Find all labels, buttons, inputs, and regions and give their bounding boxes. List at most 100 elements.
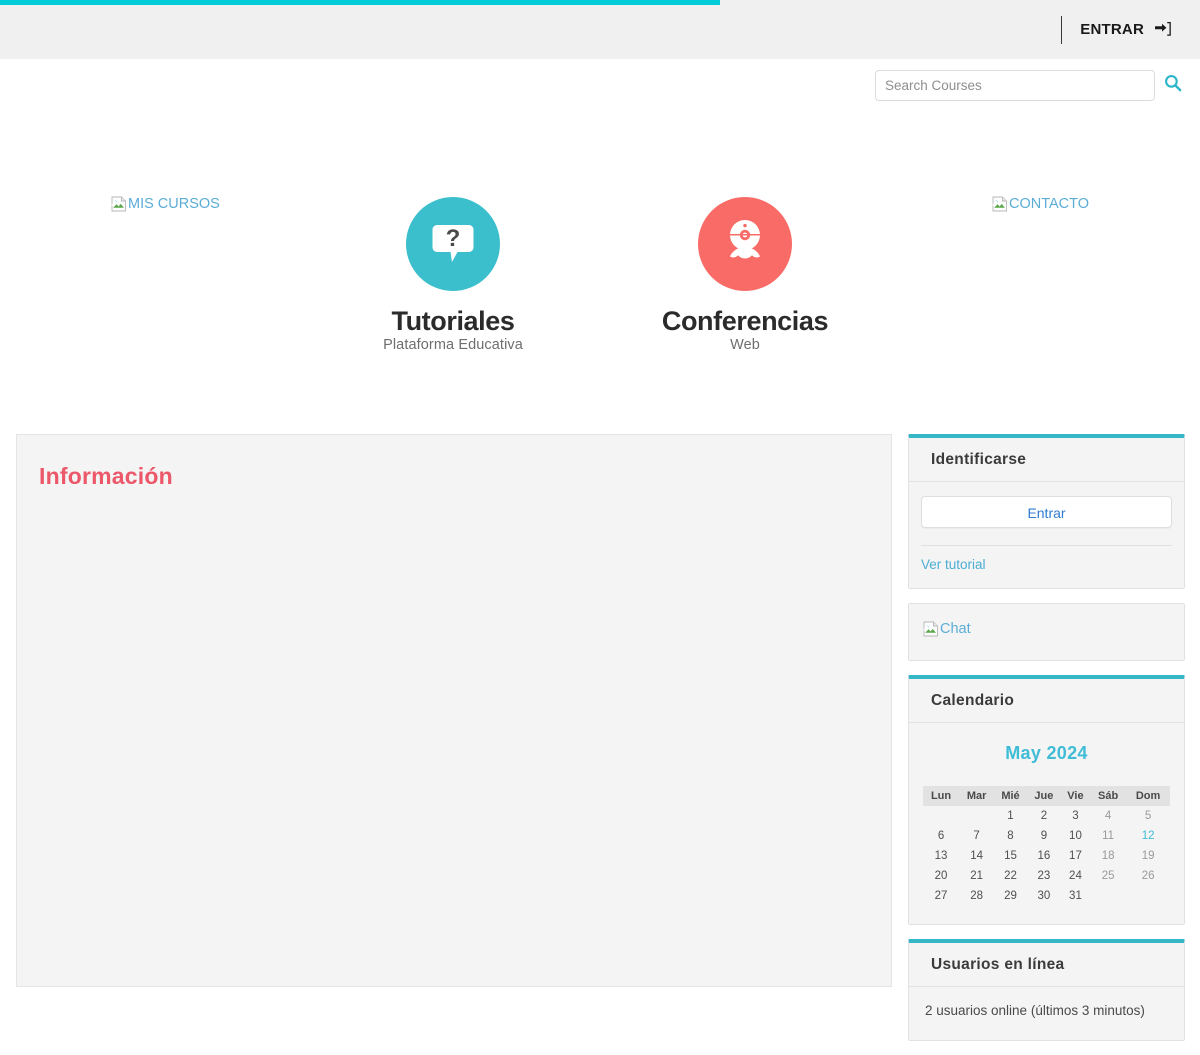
top-navbar: ENTRAR [0, 0, 1200, 59]
calendar-day-cell[interactable]: 6 [923, 826, 959, 846]
conferencias-logo-circle [698, 197, 792, 291]
calendar-day-header: Dom [1126, 786, 1170, 806]
calendar-day-cell[interactable]: 18 [1090, 846, 1126, 866]
calendar-day-cell[interactable]: 2 [1027, 806, 1061, 826]
calendar-month-label: May 2024 [1005, 743, 1088, 763]
calendar-day-header: Jue [1026, 786, 1061, 806]
calendar-day-today[interactable]: 12 [1126, 826, 1170, 846]
conferencias-logo-title: Conferencias [661, 306, 829, 336]
question-speech-bubble-icon: ? [424, 213, 482, 276]
block-calendario-title: Calendario [931, 692, 1015, 709]
block-identificarse-title: Identificarse [931, 451, 1027, 468]
navbar-right-group: ENTRAR [1061, 13, 1200, 47]
broken-image-icon [923, 621, 939, 637]
svg-text:?: ? [446, 225, 461, 252]
nav-link-contacto[interactable]: CONTACTO [992, 193, 1090, 212]
calendar-day-cell[interactable]: 14 [959, 846, 994, 866]
block-identificarse: Identificarse Entrar Ver tutorial [908, 434, 1185, 589]
calendar-body: 1 2 3 4 5 6 7 8 9 10 11 12 13 14 15 16 17 18 19 20 21 22 23 24 2… [923, 806, 1170, 906]
block-usuarios-header: Usuarios en línea [909, 943, 1184, 987]
calendar-week-row: 12345 [923, 806, 1170, 826]
block-identificarse-header: Identificarse [909, 438, 1184, 482]
calendar-day-header: Mié [994, 786, 1027, 806]
calendar-empty-cell [923, 806, 959, 826]
sign-in-icon [1155, 21, 1172, 38]
logo-tutoriales[interactable]: ? Tutoriales Plataforma Educativa [323, 197, 583, 353]
calendar-day-cell[interactable]: 29 [994, 886, 1027, 906]
calendar-day-cell[interactable]: 27 [923, 886, 959, 906]
calendar-empty-cell [1090, 886, 1126, 906]
calendar-day-cell[interactable]: 9 [1027, 826, 1061, 846]
logo-conferencias[interactable]: Conferencias Web [615, 197, 875, 353]
course-search-region [0, 70, 1200, 110]
calendar-day-cell[interactable]: 13 [923, 846, 959, 866]
brand-logos-strip: MIS CURSOS CONTACTO ? Tutoriales Platafo… [0, 175, 1200, 390]
calendar-week-row: 13 14 15 16 17 18 19 [923, 846, 1170, 866]
nav-link-mis-cursos[interactable]: MIS CURSOS [111, 193, 220, 212]
main-content-panel: Información [16, 434, 892, 987]
block-chat-body: Chat [909, 604, 1184, 660]
chat-link[interactable]: Chat [923, 618, 1172, 637]
calendar-day-cell[interactable]: 22 [994, 866, 1027, 886]
calendar-header-row: Lun Mar Mié Jue Vie Sáb Dom [923, 786, 1170, 806]
calendar-week-row: 6 7 8 9 10 11 12 [923, 826, 1170, 846]
block-usuarios-body: 2 usuarios online (últimos 3 minutos) [909, 987, 1184, 1040]
broken-image-icon [111, 196, 127, 212]
calendar-day-cell[interactable]: 19 [1126, 846, 1170, 866]
calendar-empty-cell [959, 806, 994, 826]
search-button[interactable] [1164, 74, 1182, 92]
block-identificarse-body: Entrar Ver tutorial [909, 482, 1184, 588]
calendar-day-cell[interactable]: 24 [1061, 866, 1090, 886]
block-usuarios-en-linea: Usuarios en línea 2 usuarios online (últ… [908, 939, 1185, 1041]
online-users-count-text: 2 usuarios online (últimos 3 minutos) [925, 1003, 1145, 1018]
navbar-login-label: ENTRAR [1080, 21, 1144, 38]
entrar-button[interactable]: Entrar [921, 496, 1172, 528]
nav-link-mis-cursos-alt: MIS CURSOS [128, 196, 220, 212]
block-calendario: Calendario May 2024 Lun Mar Mié Jue Vie Sáb Do… [908, 675, 1185, 925]
calendar-day-header: Lun [923, 786, 960, 806]
navbar-divider [1061, 15, 1063, 44]
calendar-day-cell[interactable]: 15 [994, 846, 1027, 866]
calendar-day-cell[interactable]: 16 [1027, 846, 1061, 866]
block-usuarios-title: Usuarios en línea [931, 956, 1065, 973]
calendar-day-cell[interactable]: 10 [1061, 826, 1090, 846]
calendar-day-cell[interactable]: 21 [959, 866, 994, 886]
calendar-table: Lun Mar Mié Jue Vie Sáb Dom 1 2 3 4 5 6 7 8 9 10 11 12 13 1… [923, 786, 1170, 906]
calendar-day-cell[interactable]: 20 [923, 866, 959, 886]
nav-link-contacto-alt: CONTACTO [1009, 196, 1090, 212]
tutoriales-logo-subtitle: Plataforma Educativa [383, 337, 523, 354]
calendar-day-cell[interactable]: 4 [1090, 806, 1126, 826]
calendar-day-cell[interactable]: 11 [1090, 826, 1126, 846]
block-calendario-header: Calendario [909, 679, 1184, 723]
calendar-week-row: 20 21 22 23 24 25 26 [923, 866, 1170, 886]
login-block-divider [921, 545, 1172, 546]
search-icon [1164, 75, 1182, 95]
calendar-day-cell[interactable]: 30 [1027, 886, 1061, 906]
ver-tutorial-link[interactable]: Ver tutorial [921, 557, 986, 572]
calendar-day-cell[interactable]: 8 [994, 826, 1027, 846]
calendar-week-row: 27 28 29 30 31 [923, 886, 1170, 906]
block-chat: Chat [908, 603, 1185, 661]
block-calendario-body: May 2024 Lun Mar Mié Jue Vie Sáb Dom 123456789… [909, 723, 1184, 924]
calendar-day-cell[interactable]: 17 [1061, 846, 1090, 866]
calendar-day-header: Sáb [1090, 786, 1127, 806]
calendar-day-cell[interactable]: 28 [959, 886, 994, 906]
calendar-day-cell[interactable]: 7 [959, 826, 994, 846]
calendar-day-cell[interactable]: 1 [994, 806, 1027, 826]
page-load-progress-bar [0, 0, 720, 5]
webcam-icon [716, 213, 774, 276]
conferencias-logo-subtitle: Web [730, 337, 760, 354]
calendar-day-cell[interactable]: 23 [1027, 866, 1061, 886]
page-title: Información [39, 463, 173, 489]
navbar-login-link[interactable]: ENTRAR [1080, 21, 1172, 38]
broken-image-icon [992, 196, 1008, 212]
search-input[interactable] [875, 70, 1155, 101]
calendar-day-cell[interactable]: 31 [1061, 886, 1090, 906]
chat-link-alt: Chat [940, 621, 971, 637]
calendar-day-cell[interactable]: 26 [1126, 866, 1170, 886]
calendar-day-cell[interactable]: 3 [1061, 806, 1090, 826]
calendar-day-header: Vie [1060, 786, 1091, 806]
calendar-day-cell[interactable]: 5 [1126, 806, 1170, 826]
calendar-day-cell[interactable]: 25 [1090, 866, 1126, 886]
sidebar: Identificarse Entrar Ver tutorial Chat C… [908, 434, 1185, 1055]
